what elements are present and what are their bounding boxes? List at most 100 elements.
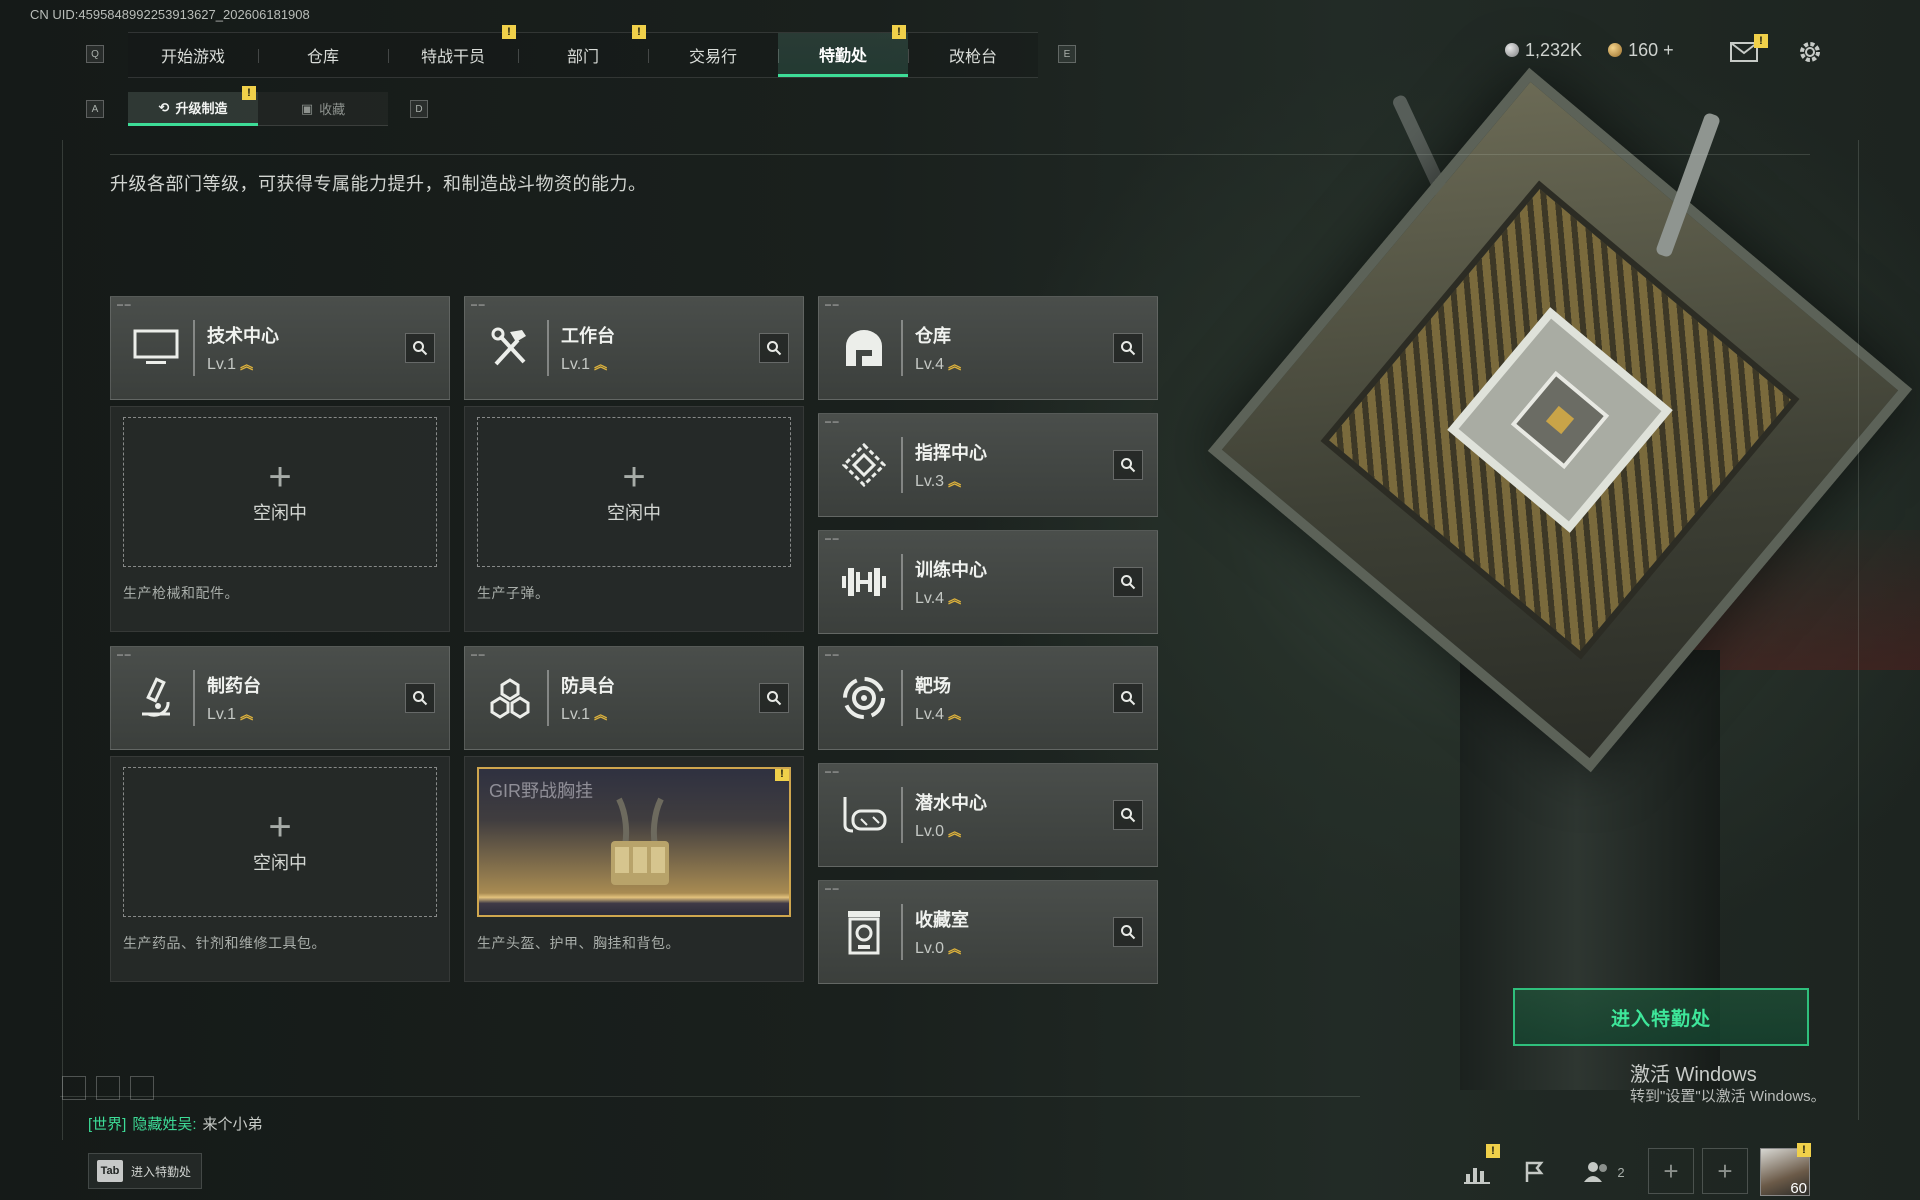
department-card-pharmacy[interactable]: ▬ ▬ 制药台 Lv.1 ︽ [110, 646, 450, 750]
tab-gunsmith[interactable]: 改枪台 [908, 33, 1038, 77]
production-slot-pharmacy: + 空闲中 生产药品、针剂和维修工具包。 [110, 756, 450, 982]
department-card-tech-center[interactable]: ▬ ▬ 技术中心 Lv.1 ︽ [110, 296, 450, 400]
department-level: Lv.3 [915, 473, 945, 490]
page-description: 升级各部门等级，可获得专属能力提升，和制造战斗物资的能力。 [110, 174, 647, 194]
production-slot-tech-center: + 空闲中 生产枪械和配件。 [110, 406, 450, 632]
flag-icon[interactable] [1506, 1148, 1564, 1196]
subtab-collection[interactable]: ▣ 收藏 [258, 92, 388, 126]
special-ops-scene-background [1120, 67, 1920, 1090]
alert-badge: ! [1754, 34, 1768, 48]
idle-production-slot[interactable]: + 空闲中 [123, 417, 437, 567]
target-icon [833, 668, 895, 728]
search-icon[interactable] [1113, 450, 1143, 480]
footer-divider-line [60, 1096, 1360, 1097]
tab-shortcut-hint[interactable]: Tab 进入特勤处 [88, 1153, 203, 1189]
tab-warehouse[interactable]: 仓库 [258, 33, 388, 77]
department-name: 指挥中心 [915, 443, 987, 463]
tab-key-icon: Tab [97, 1160, 123, 1182]
squad-members[interactable]: 2 [1564, 1148, 1644, 1196]
player-avatar[interactable]: 60 ! [1760, 1143, 1811, 1197]
tab-departments[interactable]: 部门! [518, 25, 648, 77]
search-icon[interactable] [759, 683, 789, 713]
department-card-armor-bench[interactable]: ▬ ▬ 防具台 Lv.1 ︽ [464, 646, 804, 750]
add-production-icon: + [268, 805, 292, 849]
subtab-upgrade-craft[interactable]: ⟲ 升级制造 ! [128, 86, 258, 126]
chat-channel: [世界] [88, 1116, 127, 1133]
microscope-icon [125, 668, 187, 728]
tab-operators[interactable]: 特战干员! [388, 25, 518, 77]
department-card-collection-room[interactable]: ▬ ▬ 收藏室 Lv.0 ︽ [818, 880, 1158, 984]
left-frame-line [62, 140, 63, 1140]
department-name: 仓库 [915, 326, 951, 346]
product-name: GIR野战胸挂 [489, 781, 594, 801]
squad-count: 2 [1617, 1164, 1625, 1180]
search-icon[interactable] [405, 333, 435, 363]
alert-badge: ! [632, 25, 646, 39]
chat-sender: 隐藏姓吴: [132, 1116, 197, 1133]
chat-line[interactable]: [世界] 隐藏姓吴: 来个小弟 [88, 1113, 263, 1134]
production-item-card[interactable]: GIR野战胸挂 ! [477, 767, 791, 917]
department-level: Lv.1 [561, 706, 591, 723]
idle-status: 空闲中 [253, 853, 307, 873]
search-icon[interactable] [1113, 917, 1143, 947]
add-teammate-button[interactable]: + [1702, 1148, 1748, 1194]
idle-production-slot[interactable]: + 空闲中 [477, 417, 791, 567]
search-icon[interactable] [1113, 333, 1143, 363]
search-icon[interactable] [405, 683, 435, 713]
upgrade-icon: ⟲ [158, 99, 170, 115]
settings-gear-icon[interactable] [1796, 38, 1824, 66]
tools-icon [479, 318, 541, 378]
gold-coin-icon [1608, 43, 1623, 57]
production-slot-armor-bench: GIR野战胸挂 ! 生产头盔、护甲、胸挂和背包。 [464, 756, 804, 982]
upgrade-chevron-icon: ︽ [948, 474, 962, 489]
upgrade-chevron-icon: ︽ [948, 941, 962, 956]
alert-badge: ! [242, 86, 256, 100]
top-navigation: 开始游戏 仓库 特战干员! 部门! 交易行 特勤处! 改枪台 [128, 25, 1038, 78]
department-card-warehouse[interactable]: ▬ ▬ 仓库 Lv.4 ︽ [818, 296, 1158, 400]
bottom-toolbar: ! 2 + + 60 ! [1448, 1143, 1811, 1198]
department-name: 靶场 [915, 676, 951, 696]
enter-special-ops-button[interactable]: 进入特勤处 [1513, 988, 1809, 1046]
tab-special-ops[interactable]: 特勤处! [778, 25, 908, 77]
department-level: Lv.4 [915, 706, 945, 723]
department-level: Lv.1 [207, 356, 237, 373]
department-level: Lv.4 [915, 356, 945, 373]
deco-square [96, 1076, 120, 1100]
department-name: 工作台 [561, 326, 615, 346]
nav-prev-key-hint: Q [86, 45, 104, 63]
upgrade-chevron-icon: ︽ [948, 357, 962, 372]
tab-start-game[interactable]: 开始游戏 [128, 33, 258, 77]
search-icon[interactable] [1113, 567, 1143, 597]
add-teammate-button[interactable]: + [1648, 1148, 1694, 1194]
gold-currency[interactable]: 160 + [1608, 40, 1674, 61]
search-icon[interactable] [1113, 800, 1143, 830]
add-production-icon: + [268, 455, 292, 499]
department-name: 训练中心 [915, 560, 987, 580]
upgrade-chevron-icon: ︽ [240, 707, 254, 722]
department-name: 防具台 [561, 676, 615, 696]
add-gold-button[interactable]: + [1663, 40, 1674, 60]
department-card-shooting-range[interactable]: ▬ ▬ 靶场 Lv.4 ︽ [818, 646, 1158, 750]
player-level: 60 [1790, 1180, 1807, 1197]
mail-icon[interactable]: ! [1730, 34, 1768, 62]
idle-status: 空闲中 [253, 503, 307, 523]
department-card-command-center[interactable]: ▬ ▬ 指挥中心 Lv.3 ︽ [818, 413, 1158, 517]
department-card-dive-center[interactable]: ▬ ▬ 潜水中心 Lv.0 ︽ [818, 763, 1158, 867]
collection-icon: ▣ [300, 100, 314, 116]
windows-activation-title: 激活 Windows [1630, 1064, 1757, 1086]
chat-message: 来个小弟 [202, 1116, 263, 1133]
tab-trade-market[interactable]: 交易行 [648, 33, 778, 77]
department-card-workbench[interactable]: ▬ ▬ 工作台 Lv.1 ︽ [464, 296, 804, 400]
search-icon[interactable] [759, 333, 789, 363]
department-level: Lv.4 [915, 590, 945, 607]
department-level: Lv.0 [915, 823, 945, 840]
stats-chart-icon[interactable]: ! [1448, 1144, 1506, 1196]
add-production-icon: + [622, 455, 646, 499]
idle-production-slot[interactable]: + 空闲中 [123, 767, 437, 917]
nav-next-key-hint: E [1058, 45, 1076, 63]
idle-status: 空闲中 [607, 503, 661, 523]
search-icon[interactable] [1113, 683, 1143, 713]
armor-icon [479, 668, 541, 728]
department-card-training-center[interactable]: ▬ ▬ 训练中心 Lv.4 ︽ [818, 530, 1158, 634]
command-icon [833, 435, 895, 495]
